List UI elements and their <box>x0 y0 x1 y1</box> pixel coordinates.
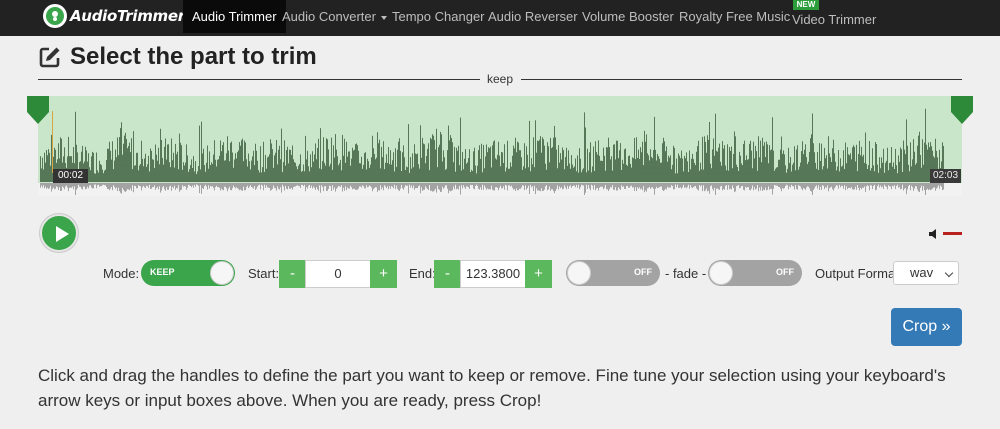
start-increment-button[interactable]: + <box>370 260 397 288</box>
waveform-graph <box>40 108 944 195</box>
crop-button[interactable]: Crop » <box>891 308 962 346</box>
fade-label: - fade - <box>665 266 707 281</box>
end-label: End: <box>409 266 436 281</box>
keep-label: keep <box>487 72 514 86</box>
logo-icon <box>43 4 67 28</box>
instructions-text: Click and drag the handles to define the… <box>38 366 946 410</box>
start-time-label: 00:02 <box>53 169 89 183</box>
end-input[interactable]: 123.3800 <box>460 260 526 288</box>
start-handle[interactable] <box>27 96 49 126</box>
nav-item-label: Tempo Changer <box>392 9 485 24</box>
chevron-down-icon <box>944 268 954 278</box>
logo[interactable]: AudioTrimmer <box>43 3 185 29</box>
output-format-select[interactable]: wav <box>893 261 959 285</box>
end-handle[interactable] <box>951 96 973 126</box>
nav-item-label: Audio Trimmer <box>192 9 277 24</box>
toggle-knob <box>210 261 234 285</box>
nav-item-label: Audio Converter <box>282 9 376 24</box>
waveform[interactable] <box>38 96 962 196</box>
speaker-icon[interactable] <box>928 228 940 240</box>
nav-item-audio-reverser[interactable]: Audio Reverser <box>488 0 578 33</box>
nav-item-tempo-changer[interactable]: Tempo Changer <box>392 0 485 33</box>
end-increment-button[interactable]: + <box>525 260 552 288</box>
play-button[interactable] <box>40 214 78 252</box>
nav-item-label: Royalty Free Music <box>679 9 791 24</box>
nav-item-label: Video Trimmer <box>792 12 877 27</box>
divider-left <box>38 79 480 80</box>
playhead <box>52 111 53 173</box>
page-title: Select the part to trim <box>70 43 317 70</box>
volume-slider[interactable] <box>943 232 962 235</box>
end-time-label: 02:03 <box>930 169 962 183</box>
fade-in-toggle[interactable]: OFF <box>566 260 660 286</box>
fade-in-toggle-label: OFF <box>634 267 652 277</box>
nav-item-volume-booster[interactable]: Volume Booster <box>582 0 674 33</box>
edit-icon <box>39 47 60 68</box>
toggle-knob <box>567 261 591 285</box>
nav-item-royalty-free-music[interactable]: Royalty Free Music <box>679 0 790 33</box>
start-input[interactable]: 0 <box>305 260 371 288</box>
title-row: Select the part to trim <box>38 43 317 71</box>
mode-toggle[interactable]: KEEP <box>141 260 235 286</box>
play-icon <box>56 226 69 242</box>
output-format-label: Output Format <box>815 266 899 281</box>
start-decrement-button[interactable]: - <box>279 260 306 288</box>
start-label: Start: <box>248 266 280 281</box>
logo-text: AudioTrimmer <box>70 7 185 25</box>
caret-down-icon <box>380 15 387 20</box>
end-decrement-button[interactable]: - <box>434 260 461 288</box>
nav-item-video-trimmer[interactable]: Video Trimmer <box>792 3 876 36</box>
mode-toggle-label: KEEP <box>150 267 175 277</box>
nav-item-audio-converter[interactable]: Audio Converter <box>282 0 387 33</box>
nav-item-label: Audio Reverser <box>488 9 578 24</box>
waveform-reflection <box>40 183 944 195</box>
nav-item-label: Volume Booster <box>582 9 674 24</box>
waveform-bars <box>40 108 944 182</box>
fade-out-toggle[interactable]: OFF <box>708 260 802 286</box>
top-nav: AudioTrimmer Audio Trimmer Audio Convert… <box>0 0 1000 36</box>
mode-label: Mode: <box>103 266 140 281</box>
toggle-knob <box>709 261 733 285</box>
fade-out-toggle-label: OFF <box>776 267 794 277</box>
divider-right <box>521 79 962 80</box>
nav-item-audio-trimmer[interactable]: Audio Trimmer <box>183 0 286 33</box>
output-format-value: wav <box>910 265 934 280</box>
